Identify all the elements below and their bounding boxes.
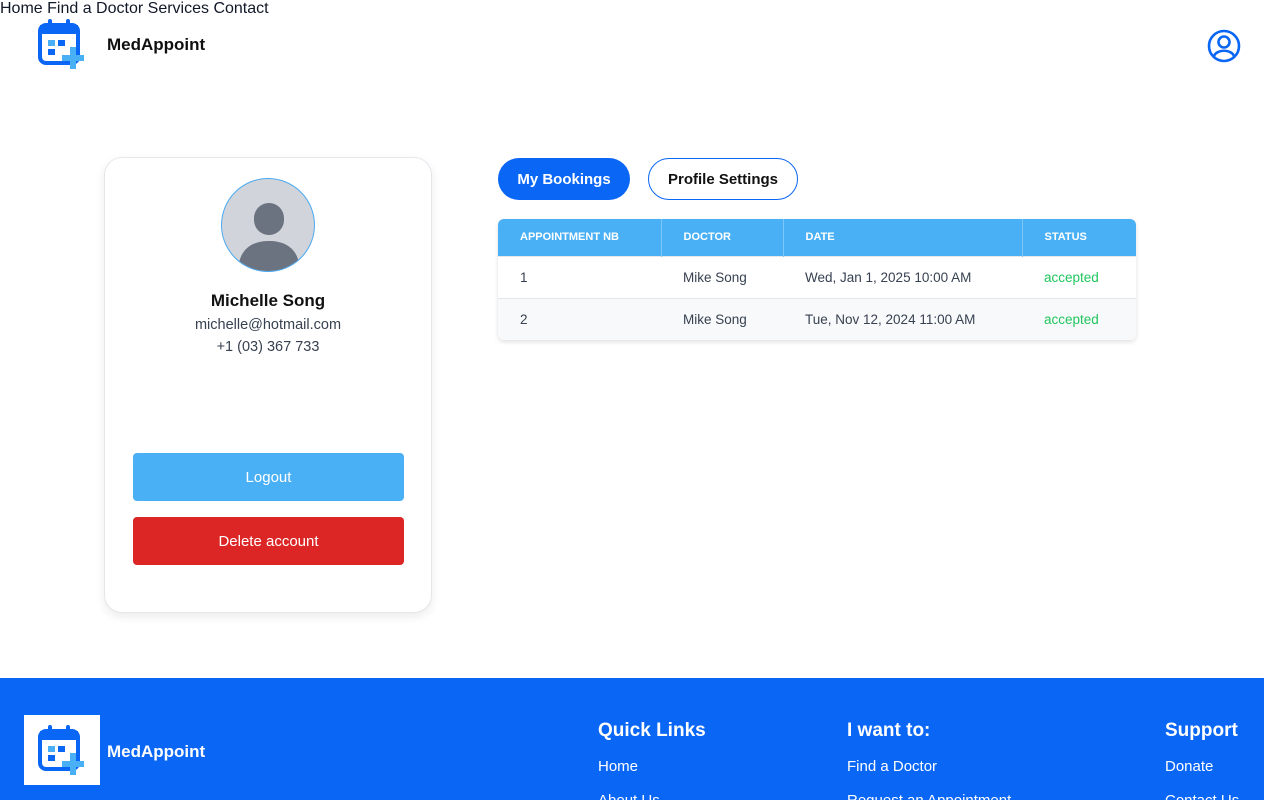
footer-support-title: Support <box>1165 720 1238 741</box>
profile-name: Michelle Song <box>210 291 326 310</box>
cell-appointment-nb: 1 <box>498 255 661 298</box>
table-header-row: APPOINTMENT NB DOCTOR DATE STATUS <box>498 219 1136 256</box>
column-header-appointment-nb: APPOINTMENT NB <box>498 219 662 256</box>
profile-email: michelle@hotmail.com <box>194 317 342 333</box>
brand-name[interactable]: MedAppoint <box>107 35 205 55</box>
footer-link-contact[interactable]: Contact Us <box>1165 792 1239 800</box>
footer-link-about[interactable]: About Us <box>598 792 660 800</box>
calendar-plus-icon <box>38 725 84 775</box>
profile-phone: +1 (03) 367 733 <box>216 339 320 355</box>
nav-contact[interactable]: Contact <box>213 0 268 17</box>
delete-account-button[interactable]: Delete account <box>133 517 404 565</box>
bookings-table: APPOINTMENT NB DOCTOR DATE STATUS 1 Mike… <box>498 219 1136 340</box>
footer-link-donate[interactable]: Donate <box>1165 758 1213 775</box>
nav-home[interactable]: Home <box>0 0 43 17</box>
calendar-plus-icon[interactable] <box>38 17 86 71</box>
column-header-status: STATUS <box>1022 219 1136 256</box>
profile-card: Michelle Song michelle@hotmail.com +1 (0… <box>104 157 432 613</box>
cell-status: accepted <box>1022 255 1136 298</box>
column-header-date: DATE <box>783 219 1023 256</box>
table-row[interactable]: 2 Mike Song Tue, Nov 12, 2024 11:00 AM a… <box>498 297 1136 340</box>
cell-appointment-nb: 2 <box>498 297 661 340</box>
footer-link-find-doctor[interactable]: Find a Doctor <box>847 758 937 775</box>
footer-quick-links-title: Quick Links <box>598 720 706 741</box>
footer-link-home[interactable]: Home <box>598 758 638 775</box>
cell-date: Wed, Jan 1, 2025 10:00 AM <box>783 255 1022 298</box>
site-header: MedAppoint Home Find a Doctor Services C… <box>0 0 1264 90</box>
tab-my-bookings[interactable]: My Bookings <box>498 158 630 200</box>
nav-services[interactable]: Services <box>148 0 209 17</box>
footer-brand-name: MedAppoint <box>107 742 206 761</box>
footer-i-want-to-title: I want to: <box>847 720 931 741</box>
cell-doctor: Mike Song <box>661 297 783 340</box>
user-circle-icon[interactable] <box>1206 28 1242 64</box>
footer-link-request-appointment[interactable]: Request an Appointment <box>847 792 1011 800</box>
column-header-doctor: DOCTOR <box>661 219 784 256</box>
user-silhouette-icon <box>238 203 300 271</box>
site-footer: MedAppoint Quick Links Home About Us I w… <box>0 678 1264 800</box>
avatar <box>221 178 315 272</box>
nav-find-doctor[interactable]: Find a Doctor <box>47 0 143 17</box>
table-row[interactable]: 1 Mike Song Wed, Jan 1, 2025 10:00 AM ac… <box>498 255 1136 298</box>
cell-doctor: Mike Song <box>661 255 783 298</box>
logout-button[interactable]: Logout <box>133 453 404 501</box>
footer-logo[interactable] <box>24 715 100 785</box>
tab-profile-settings[interactable]: Profile Settings <box>648 158 798 200</box>
cell-date: Tue, Nov 12, 2024 11:00 AM <box>783 297 1022 340</box>
cell-status: accepted <box>1022 297 1136 340</box>
